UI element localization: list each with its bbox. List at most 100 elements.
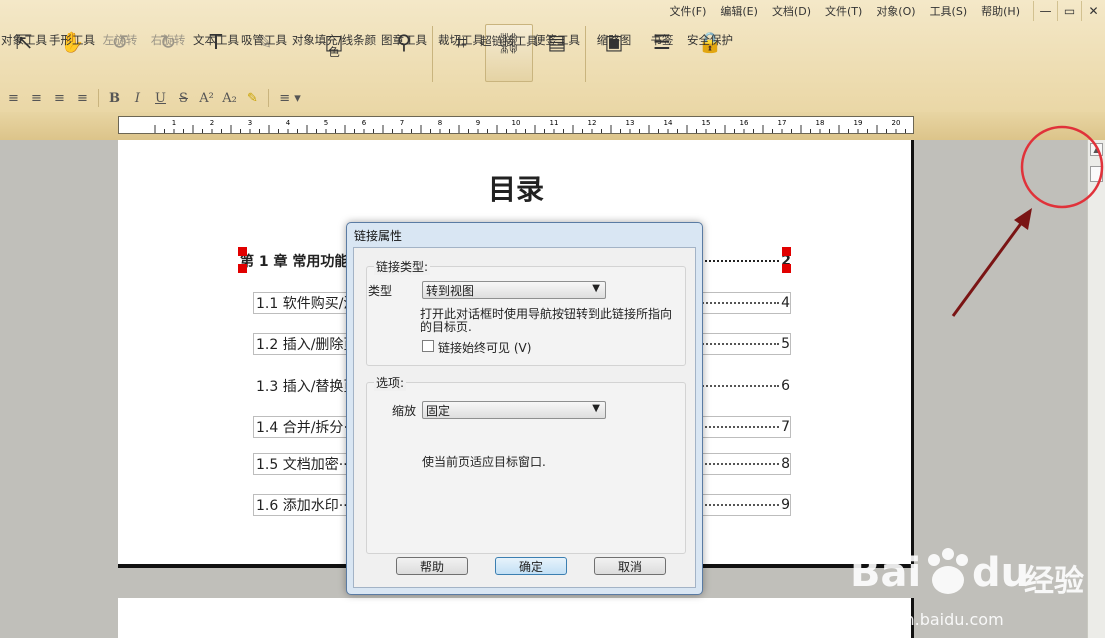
zoom-label: 缩放 bbox=[392, 404, 417, 418]
ruler-label: 20 bbox=[892, 119, 901, 127]
menu-help[interactable]: 帮助(H) bbox=[974, 3, 1027, 19]
tool-label: 左旋转 bbox=[102, 33, 138, 47]
ruler-label: 10 bbox=[512, 119, 521, 127]
link-type-select[interactable]: 转到视图 ▼ bbox=[422, 281, 606, 299]
superscript-button[interactable]: A² bbox=[195, 87, 218, 109]
tool-label: 对象填充/线条颜 色 bbox=[291, 33, 377, 59]
text-tool-button[interactable]: T 文本工具 bbox=[192, 24, 240, 54]
format-separator bbox=[98, 89, 99, 107]
next-document-page bbox=[118, 598, 914, 638]
scroll-thumb[interactable] bbox=[1090, 166, 1103, 182]
selection-handle[interactable] bbox=[238, 247, 247, 256]
rotate-right-button[interactable]: ↻ 右旋转 bbox=[144, 24, 192, 54]
format-toolbar: ≡ ≡ ≡ ≡ B I U S A² A₂ ✎ ≡ ▾ bbox=[0, 86, 330, 110]
tool-label: 手形工具 bbox=[49, 33, 95, 47]
cancel-button[interactable]: 取消 bbox=[594, 557, 666, 575]
help-button[interactable]: 帮助 bbox=[396, 557, 468, 575]
tool-label: 超链接工具 bbox=[480, 34, 538, 48]
highlight-icon[interactable]: ✎ bbox=[241, 87, 264, 109]
tool-label: 对象工具 bbox=[1, 33, 47, 47]
zoom-select[interactable]: 固定 ▼ bbox=[422, 401, 606, 419]
toc-page-number: 7 bbox=[781, 419, 790, 435]
toc-entry-text: 1.5 文档加密··· bbox=[256, 457, 353, 473]
menu-file-2[interactable]: 文件(T) bbox=[818, 3, 869, 19]
menu-edit[interactable]: 编辑(E) bbox=[713, 3, 765, 19]
thumbnail-button[interactable]: ▣ 缩略图 bbox=[590, 24, 638, 54]
align-justify-icon[interactable]: ≡ bbox=[71, 87, 94, 109]
strikethrough-button[interactable]: S bbox=[172, 87, 195, 109]
link-properties-dialog: 链接属性 链接类型: 类型 转到视图 ▼ 打开此对话框时使用导航按钮转到此链接所指… bbox=[346, 222, 703, 595]
scroll-up-button[interactable]: ▲ bbox=[1090, 143, 1103, 156]
dialog-body: 链接类型: 类型 转到视图 ▼ 打开此对话框时使用导航按钮转到此链接所指向的目标页… bbox=[353, 247, 696, 588]
ruler-label: 12 bbox=[588, 119, 597, 127]
maximize-button[interactable]: ▭ bbox=[1057, 1, 1081, 21]
menu-tools[interactable]: 工具(S) bbox=[923, 3, 975, 19]
ruler-label: 11 bbox=[550, 119, 559, 127]
ruler-label: 9 bbox=[476, 119, 480, 127]
toc-entry-text: 1.1 软件购买/注 bbox=[256, 296, 358, 312]
link-type-value: 转到视图 bbox=[426, 283, 475, 298]
hand-tool-button[interactable]: ✋ 手形工具 bbox=[48, 24, 96, 54]
hyperlink-tool-button[interactable]: ⛓ 超链接工具 bbox=[480, 24, 538, 82]
subscript-button[interactable]: A₂ bbox=[218, 87, 241, 109]
align-right-icon[interactable]: ≡ bbox=[48, 87, 71, 109]
close-button[interactable]: ✕ bbox=[1081, 1, 1105, 21]
rotate-left-button[interactable]: ↺ 左旋转 bbox=[96, 24, 144, 54]
italic-button[interactable]: I bbox=[126, 87, 149, 109]
ruler-label: 16 bbox=[740, 119, 749, 127]
main-toolbar: ⇱ 对象工具 ✋ 手形工具 ↺ 左旋转 ↻ 右旋转 T 文本工具 ✎ 吸管工具 □ 对象填充/… bbox=[0, 24, 960, 86]
link-type-description: 打开此对话框时使用导航按钮转到此链接所指向的目标页. bbox=[420, 307, 673, 334]
align-left-icon[interactable]: ≡ bbox=[2, 87, 25, 109]
object-tool-button[interactable]: ⇱ 对象工具 bbox=[0, 24, 48, 54]
selection-handle[interactable] bbox=[782, 247, 791, 256]
note-tool-button[interactable]: ▤ 便签工具 bbox=[533, 24, 581, 54]
ruler-label: 18 bbox=[816, 119, 825, 127]
toc-entry-text: 1.2 插入/删除页 bbox=[256, 337, 358, 353]
stamp-tool-button[interactable]: ⚲ 图章工具 bbox=[380, 24, 428, 54]
tool-label: 安全保护 bbox=[687, 33, 733, 47]
ruler-label: 4 bbox=[286, 119, 291, 127]
ruler-label: 2 bbox=[210, 119, 214, 127]
menu-file[interactable]: 文件(F) bbox=[662, 3, 713, 19]
tool-label: 图章工具 bbox=[381, 33, 427, 47]
type-label: 类型 bbox=[368, 284, 393, 298]
selection-handle[interactable] bbox=[782, 264, 791, 273]
toc-entry-text: 1.3 插入/替换页 bbox=[256, 379, 358, 395]
menu-document[interactable]: 文档(D) bbox=[765, 3, 818, 19]
underline-button[interactable]: U bbox=[149, 87, 172, 109]
horizontal-ruler: 1 2 3 4 5 6 7 8 9 10 11 12 13 14 15 16 17 18 19 20 bbox=[118, 116, 914, 134]
align-center-icon[interactable]: ≡ bbox=[25, 87, 48, 109]
tool-label: 吸管工具 bbox=[241, 33, 287, 47]
watermark-url: jingyan.baidu.com bbox=[856, 610, 1004, 629]
eyedropper-tool-button[interactable]: ✎ 吸管工具 bbox=[240, 24, 288, 54]
toc-page-number: 9 bbox=[781, 497, 790, 513]
toc-page-number: 4 bbox=[781, 295, 790, 311]
menu-bar: 文件(F) 编辑(E) 文档(D) 文件(T) 对象(O) 工具(S) 帮助(H… bbox=[662, 0, 1105, 22]
ruler-label: 3 bbox=[248, 119, 252, 127]
ok-button[interactable]: 确定 bbox=[495, 557, 567, 575]
zoom-description: 使当前页适应目标窗口. bbox=[422, 455, 546, 469]
chevron-down-icon: ▼ bbox=[592, 283, 600, 294]
fill-color-tool-button[interactable]: □ 对象填充/线条颜 色 bbox=[288, 24, 380, 58]
ruler-label: 13 bbox=[626, 119, 635, 127]
tool-label: 缩略图 bbox=[596, 33, 632, 47]
bold-button[interactable]: B bbox=[103, 87, 126, 109]
page-title: 目录 bbox=[487, 173, 544, 206]
dialog-title: 链接属性 bbox=[354, 229, 403, 243]
crop-tool-button[interactable]: ⌗ 裁切工具 bbox=[437, 24, 485, 54]
toc-page-number: 5 bbox=[781, 336, 790, 352]
always-visible-checkbox[interactable] bbox=[422, 340, 434, 352]
ruler-label: 7 bbox=[400, 119, 404, 127]
format-separator bbox=[268, 89, 269, 107]
menu-object[interactable]: 对象(O) bbox=[869, 3, 922, 19]
watermark-brand: Bai bbox=[850, 550, 922, 596]
chevron-down-icon: ▼ bbox=[592, 403, 600, 414]
bookmark-button[interactable]: ☰ 书签 bbox=[638, 24, 686, 54]
security-button[interactable]: 🔒 安全保护 bbox=[686, 24, 734, 54]
tool-label: 便签工具 bbox=[534, 33, 580, 47]
line-style-dropdown[interactable]: ≡ ▾ bbox=[273, 87, 307, 109]
toc-entry-text: 1.4 合并/拆分 bbox=[256, 420, 344, 436]
tool-label: 书签 bbox=[650, 33, 674, 47]
minimize-button[interactable]: — bbox=[1033, 1, 1057, 21]
selection-handle[interactable] bbox=[238, 264, 247, 273]
